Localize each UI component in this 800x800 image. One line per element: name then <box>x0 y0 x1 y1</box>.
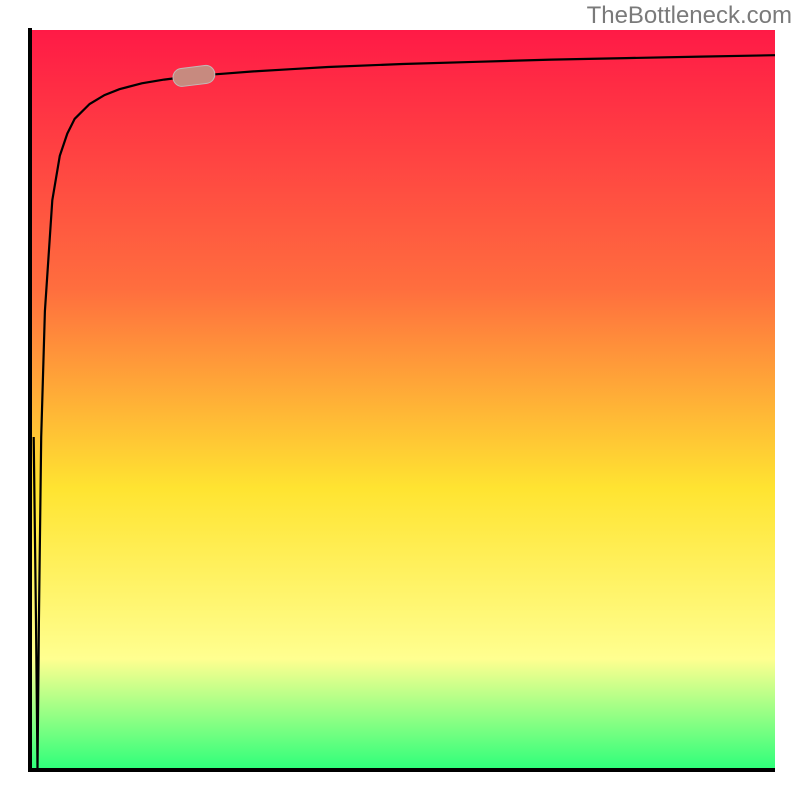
watermark-text: TheBottleneck.com <box>587 2 792 30</box>
chart-container: TheBottleneck.com <box>0 0 800 800</box>
plot-background <box>30 30 775 770</box>
bottleneck-chart <box>0 0 800 800</box>
